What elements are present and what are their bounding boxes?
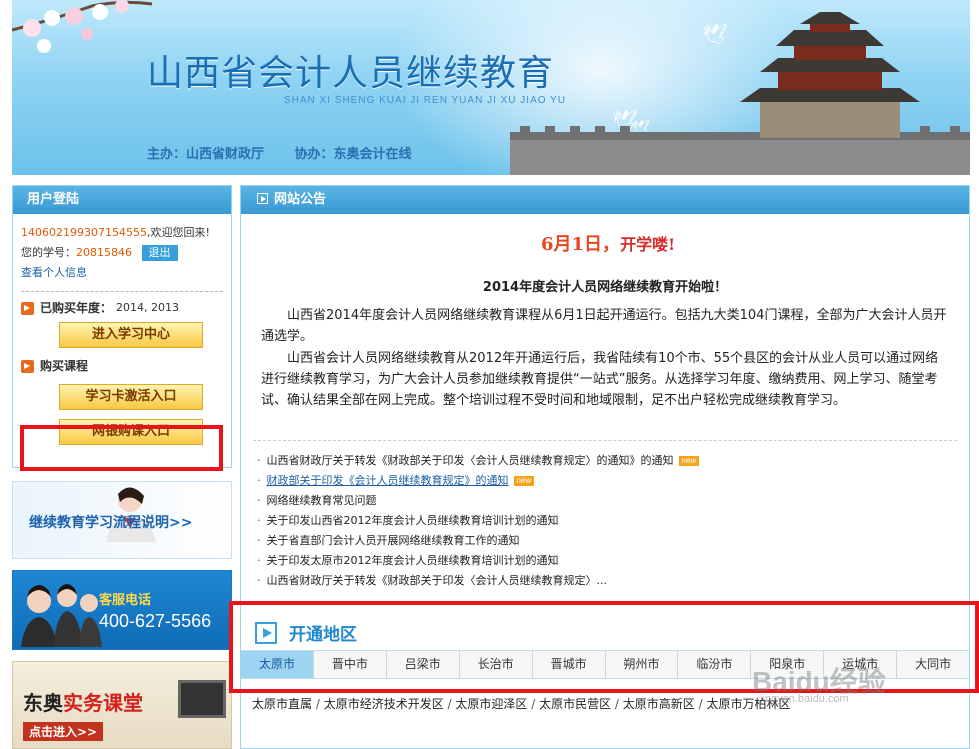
news-item-title[interactable]: 关于印发太原市2012年度会计人员继续教育培训计划的通知 xyxy=(267,554,559,567)
news-item[interactable]: 山西省财政厅关于转发《财政部关于印发〈会计人员继续教育规定〉... xyxy=(257,571,957,591)
user-id: 140602199307154555 xyxy=(21,226,147,239)
news-item-title[interactable]: 网络继续教育常见问题 xyxy=(267,494,377,507)
practice-class-brand: 东奥实务课堂 xyxy=(23,687,143,716)
notice-title: 网站公告 xyxy=(274,192,327,207)
student-no-label: 您的学号： xyxy=(21,246,76,259)
buy-label: 购买课程 xyxy=(40,359,89,373)
student-no-line: 您的学号：20815846 退出 xyxy=(21,243,223,263)
notice-panel-header: 网站公告 xyxy=(241,186,969,214)
news-item-title[interactable]: 关于印发山西省2012年度会计人员继续教育培训计划的通知 xyxy=(267,514,559,527)
practice-class-banner[interactable]: 东奥实务课堂 点击进入>> xyxy=(12,661,232,749)
notice-headline: 2014年度会计人员网络继续教育开始啦！ xyxy=(482,280,728,295)
speaker-icon xyxy=(21,359,34,373)
purchased-label: 已购买年度： xyxy=(40,301,113,315)
divider xyxy=(253,440,957,441)
news-item[interactable]: 关于省直部门会计人员开展网络继续教育工作的通知 xyxy=(257,531,957,551)
notice-paragraph-1: 山西省2014年度会计人员网络继续教育课程从6月1日起开通运行。包括九大类104… xyxy=(261,308,947,344)
study-flow-banner[interactable]: 继续教育学习流程说明>> xyxy=(12,481,232,559)
card-activate-button[interactable]: 学习卡激活入口 xyxy=(59,384,203,410)
brand-part-b: 实务课堂 xyxy=(63,691,143,715)
district-link[interactable]: 太原市直属 xyxy=(252,697,312,711)
site-title: 山西省会计人员继续教育 xyxy=(147,53,555,94)
speaker-icon xyxy=(21,301,34,315)
study-center-button[interactable]: 进入学习中心 xyxy=(59,322,203,348)
notice-paragraph-2: 山西省会计人员网络继续教育从2012年开通运行后，我省陆续有10个市、55个县区… xyxy=(261,351,939,408)
service-tel: 400-627-5566 xyxy=(99,611,212,631)
news-item[interactable]: 关于印发太原市2012年度会计人员继续教育培训计划的通知 xyxy=(257,551,957,571)
baidu-watermark-url: jingyan.baidu.com xyxy=(760,693,849,705)
welcome-line: 140602199307154555,欢迎您回来! xyxy=(21,223,223,243)
news-list: 山西省财政厅关于转发《财政部关于印发〈会计人员继续教育规定〉的通知》的通知 new… xyxy=(257,451,957,591)
new-badge: new xyxy=(513,476,535,486)
logout-button[interactable]: 退出 xyxy=(141,245,178,261)
district-link[interactable]: 太原市高新区 xyxy=(611,697,695,711)
study-flow-text: 继续教育学习流程说明>> xyxy=(29,515,193,531)
welcome-text: ,欢迎您回来! xyxy=(146,226,210,239)
news-item-title[interactable]: 关于省直部门会计人员开展网络继续教育工作的通知 xyxy=(267,534,520,547)
student-no: 20815846 xyxy=(76,246,132,259)
district-link[interactable]: 太原市经济技术开发区 xyxy=(312,697,444,711)
service-staff-image xyxy=(21,584,102,647)
service-label: 客服电话 xyxy=(99,593,152,608)
june-badge: 6月1日，开学喽! xyxy=(541,230,675,256)
divider xyxy=(21,291,223,292)
brand-part-a: 东奥 xyxy=(23,691,63,715)
host-text: 主办：山西省财政厅 xyxy=(147,147,265,162)
profile-link[interactable]: 查看个人信息 xyxy=(21,263,223,283)
blossom-branch-image xyxy=(12,0,153,53)
purchased-years: 2014, 2013 xyxy=(116,301,179,314)
news-item[interactable]: 关于印发山西省2012年度会计人员继续教育培训计划的通知 xyxy=(257,511,957,531)
district-list: 太原市直属太原市经济技术开发区太原市迎泽区太原市民营区太原市高新区太原市万柏林区 xyxy=(252,695,790,712)
highlight-frame xyxy=(20,425,223,471)
news-item[interactable]: 财政部关于印发《会计人员继续教育规定》的通知 new xyxy=(257,471,957,491)
news-item[interactable]: 网络继续教育常见问题 xyxy=(257,491,957,511)
new-badge: new xyxy=(678,456,700,466)
june-badge-date: 6月1日， xyxy=(541,234,621,255)
enter-link[interactable]: 点击进入>> xyxy=(23,722,104,741)
play-icon xyxy=(257,193,268,204)
login-panel-title: 用户登陆 xyxy=(13,186,231,214)
city-tower-image xyxy=(510,12,970,175)
news-item-title[interactable]: 财政部关于印发《会计人员继续教育规定》的通知 xyxy=(267,474,509,487)
header-banner: 山西省会计人员继续教育 SHAN XI SHENG KUAI JI REN YU… xyxy=(12,0,970,175)
cohost-text: 协办：东奥会计在线 xyxy=(294,147,412,162)
news-item[interactable]: 山西省财政厅关于转发《财政部关于印发〈会计人员继续教育规定〉的通知》的通知 new xyxy=(257,451,957,471)
purchased-years-row: 已购买年度： 2014, 2013 xyxy=(21,298,223,318)
news-item-title[interactable]: 山西省财政厅关于转发《财政部关于印发〈会计人员继续教育规定〉... xyxy=(267,574,608,587)
host-line: 主办：山西省财政厅 协办：东奥会计在线 xyxy=(147,143,438,162)
district-link[interactable]: 太原市民营区 xyxy=(527,697,611,711)
district-link[interactable]: 太原市迎泽区 xyxy=(444,697,528,711)
june-badge-text: 开学喽! xyxy=(620,235,676,254)
service-hotline-banner[interactable]: 客服电话 400-627-5566 xyxy=(12,570,232,650)
news-item-title[interactable]: 山西省财政厅关于转发《财政部关于印发〈会计人员继续教育规定〉的通知》的通知 xyxy=(267,454,674,467)
laptop-icon xyxy=(178,680,226,718)
buy-course-row: 购买课程 xyxy=(21,356,223,376)
